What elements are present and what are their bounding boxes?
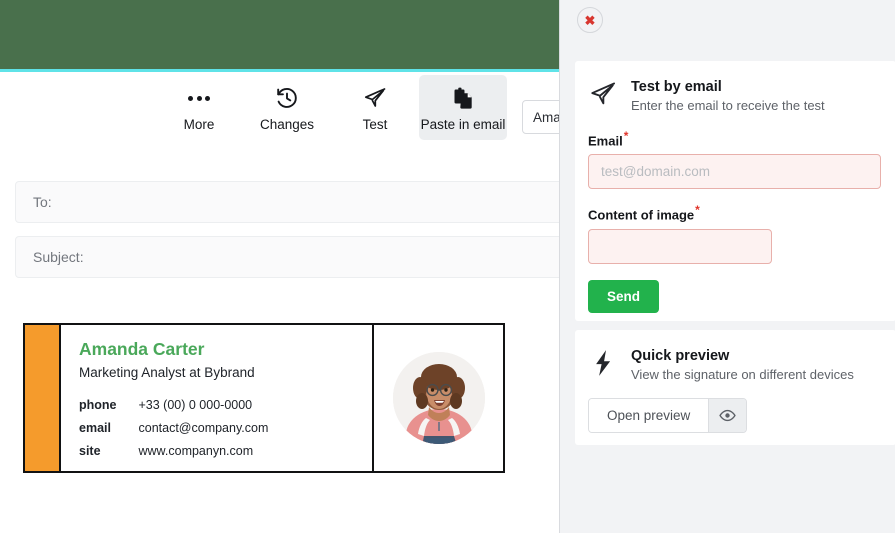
editor-area: More Changes Test Paste in email Amanda …	[0, 0, 559, 533]
email-required-marker: *	[623, 129, 629, 144]
test-card-subtitle: Enter the email to receive the test	[631, 98, 825, 114]
test-side-panel: ✖ Test by email Enter the email to recei…	[559, 0, 895, 533]
content-of-image-label: Content of image*	[588, 203, 883, 222]
open-preview-button-group: Open preview	[588, 398, 748, 434]
history-clock-icon	[275, 85, 299, 111]
signature-person-name: Amanda Carter	[79, 339, 205, 359]
signature-details: Amanda Carter Marketing Analyst at Bybra…	[61, 325, 374, 471]
content-label-text: Content of image	[588, 207, 695, 223]
content-required-marker: *	[695, 203, 700, 218]
test-card-title: Test by email	[631, 79, 722, 95]
lightning-bolt-icon	[588, 346, 618, 380]
signature-contact-key: email	[79, 421, 111, 436]
test-card-header-text: Test by email Enter the email to receive…	[631, 77, 825, 115]
preview-card-title: Quick preview	[631, 348, 730, 364]
toolbar-label-more: More	[183, 117, 215, 132]
compose-to-field[interactable]: To:	[15, 181, 559, 223]
signature-contact-value: contact@company.com	[138, 421, 269, 436]
signature-contact-key: phone	[79, 397, 117, 412]
signature-job-title: Marketing Analyst at Bybrand	[79, 364, 255, 380]
toolbar-button-changes[interactable]: Changes	[243, 75, 331, 140]
toolbar-button-test[interactable]: Test	[331, 75, 419, 140]
signature-contact-rows: phone +33 (00) 0 000-0000 email contact@…	[79, 393, 268, 462]
toolbar-label-paste-in-email: Paste in email	[420, 117, 506, 132]
compose-subject-label: Subject:	[33, 249, 84, 265]
signature-accent-bar	[25, 325, 61, 471]
preview-card-header: Quick preview View the signature on diff…	[588, 346, 883, 384]
toolbar-button-more[interactable]: More	[155, 75, 243, 140]
paper-plane-icon	[363, 85, 387, 111]
compose-to-label: To:	[33, 194, 52, 210]
email-input[interactable]	[588, 154, 881, 190]
signature-contact-row: phone +33 (00) 0 000-0000	[79, 393, 268, 416]
content-of-image-input[interactable]	[588, 228, 772, 264]
compose-subject-field[interactable]: Subject:	[15, 236, 559, 278]
close-icon[interactable]: ✖	[577, 7, 603, 33]
app-root: More Changes Test Paste in email Amanda …	[0, 0, 895, 533]
toolbar-label-changes: Changes	[259, 117, 315, 132]
paper-plane-icon	[588, 77, 618, 111]
preview-card-subtitle: View the signature on different devices	[631, 367, 854, 383]
email-signature-card[interactable]: Amanda Carter Marketing Analyst at Bybra…	[23, 323, 505, 473]
email-field-label: Email*	[588, 129, 883, 148]
signature-contact-row: email contact@company.com	[79, 417, 268, 440]
signature-name-input[interactable]	[522, 100, 559, 134]
more-dots-icon	[188, 85, 210, 111]
signature-contact-key: site	[79, 444, 101, 459]
clipboard-copy-icon	[451, 85, 475, 111]
editor-toolbar: More Changes Test Paste in email	[0, 75, 559, 165]
eye-icon[interactable]	[708, 399, 747, 433]
quick-preview-card: Quick preview View the signature on diff…	[575, 330, 895, 445]
signature-contact-value: +33 (00) 0 000-0000	[138, 397, 253, 412]
signature-photo-cell	[374, 325, 503, 471]
avatar	[392, 352, 485, 444]
test-card-header: Test by email Enter the email to receive…	[588, 77, 883, 115]
test-by-email-card: Test by email Enter the email to receive…	[575, 61, 895, 321]
open-preview-button[interactable]: Open preview	[589, 399, 709, 433]
signature-contact-value: www.companyn.com	[138, 444, 254, 459]
toolbar-label-test: Test	[362, 117, 388, 132]
send-button[interactable]: Send	[588, 279, 660, 313]
email-label-text: Email	[588, 133, 623, 149]
app-header-bar	[0, 0, 559, 72]
toolbar-button-paste-in-email[interactable]: Paste in email	[419, 75, 507, 140]
preview-card-header-text: Quick preview View the signature on diff…	[631, 346, 854, 384]
signature-contact-row: site www.companyn.com	[79, 440, 268, 463]
